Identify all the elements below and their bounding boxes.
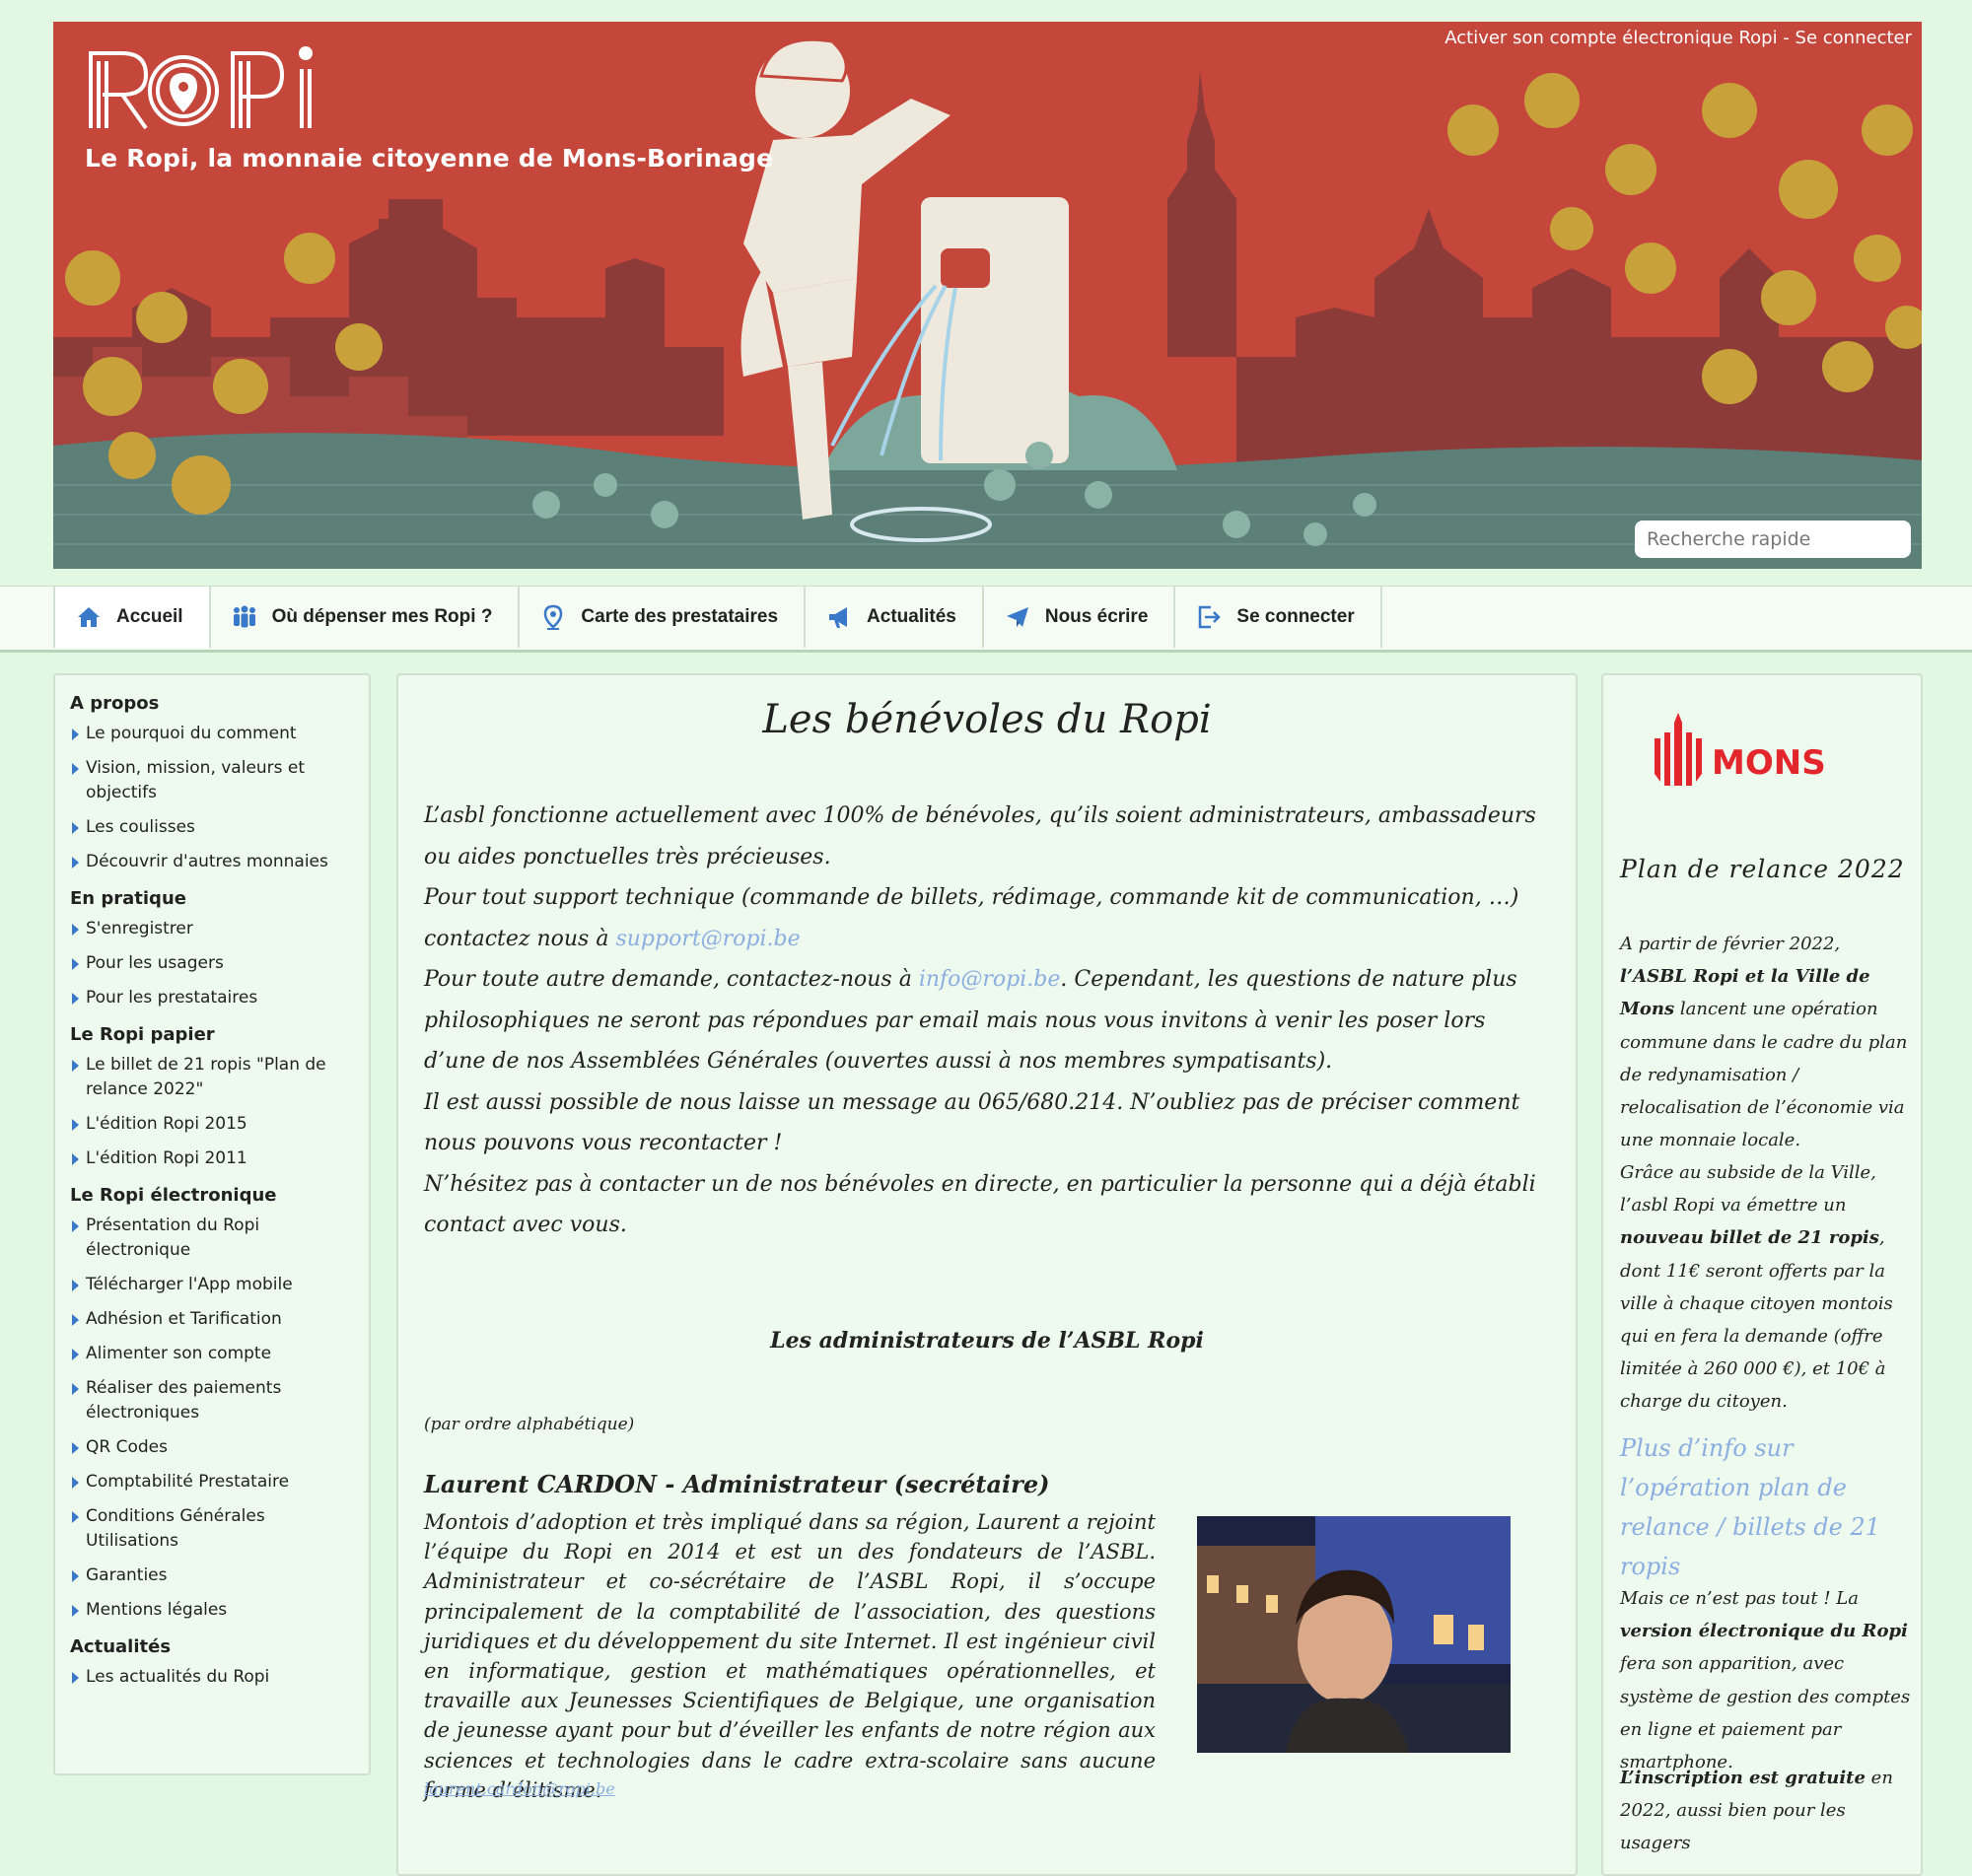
sidebar-section-a-propos: A propos Le pourquoi du comment Vision, … xyxy=(70,693,369,874)
support-paragraph: Pour tout support technique (commande de… xyxy=(424,877,1548,959)
sign-in-icon xyxy=(1199,605,1222,629)
contact-paragraph: Pour toute autre demande, contactez-nous… xyxy=(424,959,1548,1082)
nav-item-carte[interactable]: Carte des prestataires xyxy=(520,587,807,648)
nav-item-label: Où dépenser mes Ropi ? xyxy=(271,606,493,627)
text: fera son apparition, avec système de ges… xyxy=(1620,1653,1911,1773)
sidebar-section-ropi-electronique: Le Ropi électronique Présentation du Rop… xyxy=(70,1185,369,1623)
person-email-link[interactable]: laurent.cardon@ropi.be xyxy=(424,1779,615,1798)
nav-item-nous-ecrire[interactable]: Nous écrire xyxy=(984,587,1176,648)
sidebar-section-en-pratique: En pratique S'enregistrer Pour les usage… xyxy=(70,888,369,1010)
right-paragraph-4: L’inscription est gratuite en 2022, auss… xyxy=(1620,1762,1911,1860)
text: Grâce au subside de la Ville, l’asbl Rop… xyxy=(1620,1162,1876,1216)
home-icon xyxy=(78,607,100,627)
sidebar-item[interactable]: S'enregistrer xyxy=(70,917,352,941)
sidebar-item[interactable]: Conditions Générales Utilisations xyxy=(70,1504,352,1554)
sidebar-item[interactable]: Les coulisses xyxy=(70,815,352,840)
phone-paragraph: Il est aussi possible de nous laisse un … xyxy=(424,1089,1520,1156)
sidebar-item[interactable]: Comptabilité Prestataire xyxy=(70,1470,352,1494)
info-email-link[interactable]: info@ropi.be xyxy=(919,967,1061,992)
sidebar-item[interactable]: Les actualités du Ropi xyxy=(70,1665,352,1690)
mons-crest-icon: MONS xyxy=(1655,713,1826,786)
main-content: Les bénévoles du Ropi L’asbl fonctionne … xyxy=(396,673,1578,1876)
sidebar-item[interactable]: Pour les usagers xyxy=(70,951,352,976)
sidebar-item[interactable]: Télécharger l'App mobile xyxy=(70,1273,352,1297)
intro-text: L’asbl fonctionne actuellement avec 100%… xyxy=(424,796,1548,1246)
megaphone-icon xyxy=(829,607,848,628)
paper-plane-icon xyxy=(1006,607,1028,627)
person-bio: Montois d’adoption et très impliqué dans… xyxy=(424,1510,1156,1802)
support-email-link[interactable]: support@ropi.be xyxy=(615,927,800,951)
site-tagline: Le Ropi, la monnaie citoyenne de Mons-Bo… xyxy=(85,144,774,173)
nav-item-actualites[interactable]: Actualités xyxy=(806,587,984,648)
bold-text: version électronique du Ropi xyxy=(1620,1621,1908,1642)
sidebar-item[interactable]: QR Codes xyxy=(70,1435,352,1460)
map-pin-icon xyxy=(544,604,563,630)
header-login-link[interactable]: Se connecter xyxy=(1796,28,1912,48)
order-note: (par ordre alphabétique) xyxy=(424,1415,635,1434)
right-paragraph-1: A partir de février 2022, l’ASBL Ropi et… xyxy=(1620,928,1911,1156)
ropi-logo[interactable] xyxy=(85,43,321,134)
mons-logo-text: MONS xyxy=(1712,743,1826,783)
bold-text: L’inscription est gratuite xyxy=(1620,1768,1866,1788)
intro-paragraph: L’asbl fonctionne actuellement avec 100%… xyxy=(424,803,1536,869)
person-name: Laurent CARDON - Administrateur (secréta… xyxy=(424,1470,1050,1498)
sidebar-item[interactable]: Le billet de 21 ropis "Plan de relance 2… xyxy=(70,1053,352,1102)
sidebar-item[interactable]: Alimenter son compte xyxy=(70,1342,352,1366)
text: Mais ce n’est pas tout ! La xyxy=(1620,1588,1859,1609)
text: lancent une opération commune dans le ca… xyxy=(1620,999,1908,1151)
sidebar-section-ropi-papier: Le Ropi papier Le billet de 21 ropis "Pl… xyxy=(70,1024,369,1171)
banner-illustration xyxy=(53,37,1922,569)
sidebar-item[interactable]: Réaliser des paiements électroniques xyxy=(70,1376,352,1425)
nav-item-label: Se connecter xyxy=(1236,606,1355,627)
header-account-links: Activer son compte électronique Ropi - S… xyxy=(1444,28,1912,48)
sidebar-section-title: A propos xyxy=(70,693,160,714)
bold-text: nouveau billet de 21 ropis xyxy=(1620,1227,1879,1249)
mons-logo[interactable]: MONS xyxy=(1647,711,1834,790)
sidebar-section-title: Le Ropi papier xyxy=(70,1024,215,1045)
nav-item-label: Carte des prestataires xyxy=(581,606,779,627)
sidebar-item[interactable]: Adhésion et Tarification xyxy=(70,1307,352,1332)
sidebar-section-title: Le Ropi électronique xyxy=(70,1185,277,1206)
contact-text: Pour toute autre demande, contactez-nous… xyxy=(424,967,919,992)
nav-item-accueil[interactable]: Accueil xyxy=(53,587,211,648)
header-banner: Le Ropi, la monnaie citoyenne de Mons-Bo… xyxy=(53,22,1922,569)
admins-heading: Les administrateurs de l’ASBL Ropi xyxy=(770,1328,1204,1354)
main-navigation: Accueil Où dépenser mes Ropi ? Carte des… xyxy=(0,586,1972,653)
right-sidebar: MONS Plan de relance 2022 A partir de fé… xyxy=(1601,673,1923,1876)
right-title: Plan de relance 2022 xyxy=(1620,855,1905,883)
page-title: Les bénévoles du Ropi xyxy=(762,697,1212,742)
nav-item-label: Actualités xyxy=(867,606,956,627)
text: , dont 11€ seront offerts par la ville à… xyxy=(1620,1227,1893,1413)
link-separator: - xyxy=(1777,28,1796,48)
quick-search-input[interactable] xyxy=(1635,521,1911,558)
sidebar-section-actualites: Actualités Les actualités du Ropi xyxy=(70,1636,369,1690)
nav-item-label: Nous écrire xyxy=(1044,606,1149,627)
sidebar-item[interactable]: Mentions légales xyxy=(70,1598,352,1623)
sidebar-item[interactable]: Garanties xyxy=(70,1563,352,1588)
right-paragraph-2: Grâce au subside de la Ville, l’asbl Rop… xyxy=(1620,1156,1911,1419)
sidebar-section-title: En pratique xyxy=(70,888,186,909)
sidebar-section-title: Actualités xyxy=(70,1636,172,1657)
text: A partir de février 2022, xyxy=(1620,934,1841,954)
nav-item-se-connecter[interactable]: Se connecter xyxy=(1175,587,1382,648)
person-photo xyxy=(1197,1516,1511,1753)
people-icon xyxy=(233,605,255,628)
right-paragraph-3: Mais ce n’est pas tout ! La version élec… xyxy=(1620,1582,1911,1778)
activate-account-link[interactable]: Activer son compte électronique Ropi xyxy=(1444,28,1777,48)
volunteer-paragraph: N’hésitez pas à contacter un de nos béné… xyxy=(424,1171,1536,1238)
sidebar-item[interactable]: Pour les prestataires xyxy=(70,986,352,1010)
support-text: Pour tout support technique (commande de… xyxy=(424,885,1519,951)
sidebar-item[interactable]: Vision, mission, valeurs et objectifs xyxy=(70,756,352,805)
relance-info-link[interactable]: Plus d’info sur l’opération plan de rela… xyxy=(1620,1428,1911,1586)
sidebar-item[interactable]: L'édition Ropi 2015 xyxy=(70,1112,352,1137)
sidebar-item[interactable]: L'édition Ropi 2011 xyxy=(70,1146,352,1171)
sidebar-item[interactable]: Le pourquoi du comment xyxy=(70,722,352,746)
nav-item-label: Accueil xyxy=(116,606,183,627)
sidebar-item[interactable]: Découvrir d'autres monnaies xyxy=(70,850,352,874)
nav-item-ou-depenser[interactable]: Où dépenser mes Ropi ? xyxy=(211,587,521,648)
left-sidebar: A propos Le pourquoi du comment Vision, … xyxy=(53,673,371,1775)
sidebar-item[interactable]: Présentation du Ropi électronique xyxy=(70,1214,352,1263)
